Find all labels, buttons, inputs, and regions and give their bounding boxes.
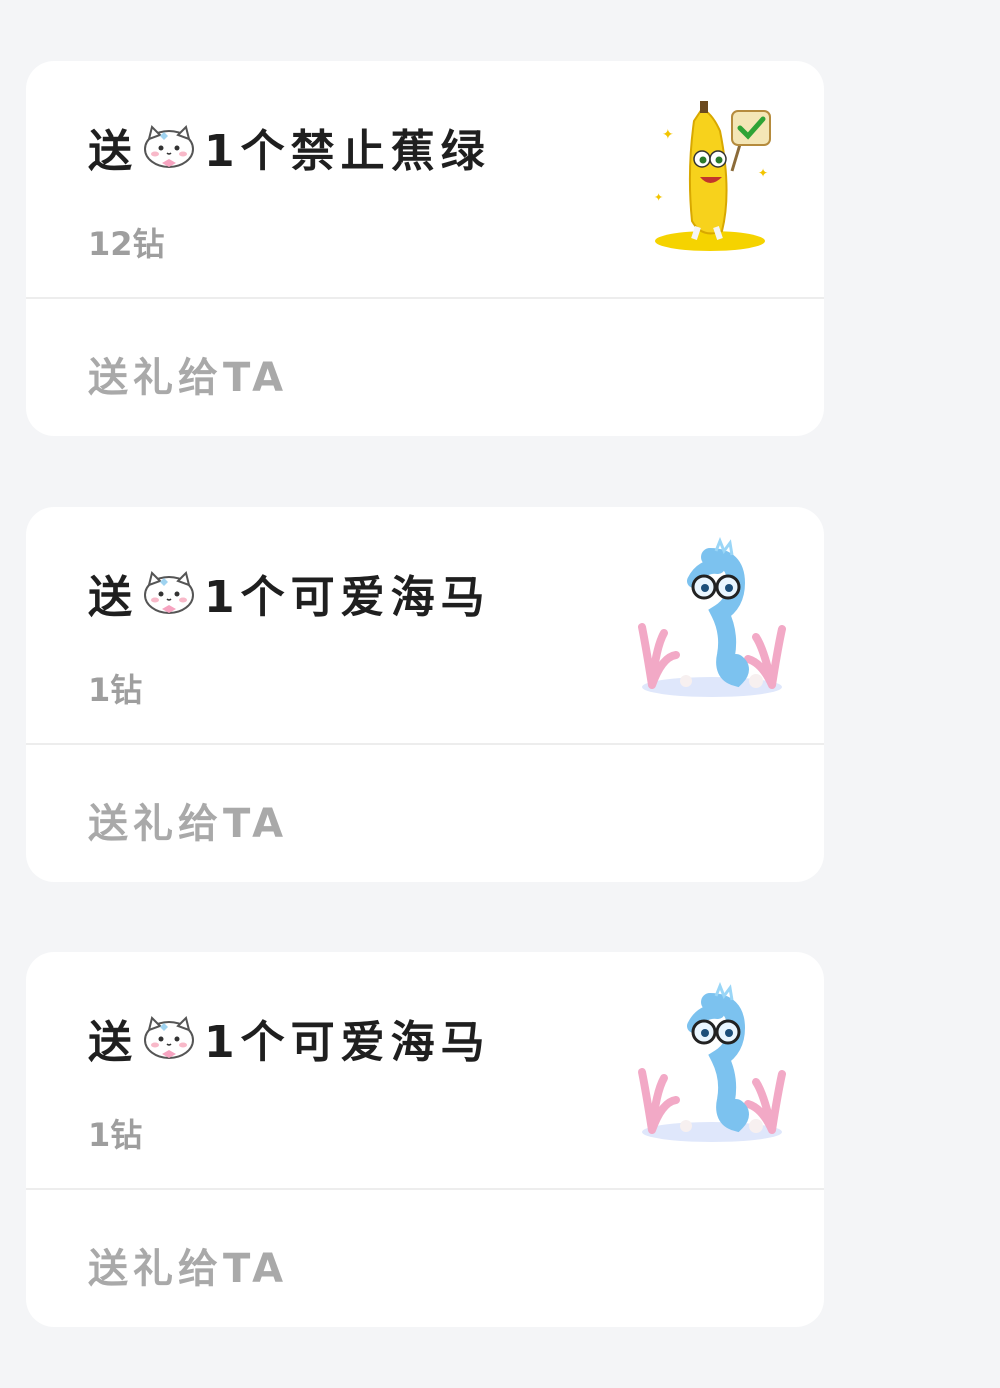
svg-text:✦: ✦ xyxy=(758,166,768,180)
gift-title: 送 1个禁止蕉绿 xyxy=(88,119,491,177)
gift-price: 1钻 xyxy=(88,671,143,709)
gift-title-prefix: 送 xyxy=(88,1017,138,1068)
send-gift-button[interactable]: 送礼给TA xyxy=(88,1236,288,1294)
gift-card-header: 送 1个禁止蕉绿 12钻 ✦ ✦ ✦ xyxy=(26,61,824,299)
gift-item-name: 1个可爱海马 xyxy=(204,572,491,623)
cat-avatar-icon xyxy=(144,571,194,614)
gift-price: 1钻 xyxy=(88,1116,143,1154)
gift-card-header: 送 1个可爱海马 1钻 xyxy=(26,952,824,1190)
send-gift-button[interactable]: 送礼给TA xyxy=(88,345,288,403)
gift-item-name: 1个禁止蕉绿 xyxy=(204,126,491,177)
gift-title: 送 1个可爱海马 xyxy=(88,565,491,623)
seahorse-icon xyxy=(638,537,786,697)
gift-title: 送 1个可爱海马 xyxy=(88,1010,491,1068)
gift-card-header: 送 1个可爱海马 1钻 xyxy=(26,507,824,745)
gift-title-prefix: 送 xyxy=(88,126,138,177)
svg-text:✦: ✦ xyxy=(654,191,663,204)
gift-card: 送 1个禁止蕉绿 12钻 ✦ ✦ ✦ 送礼给TA xyxy=(26,61,824,436)
gift-card: 送 1个可爱海马 1钻 送礼给TA xyxy=(26,507,824,882)
cat-avatar-icon xyxy=(144,1016,194,1059)
gift-card: 送 1个可爱海马 1钻 送礼给TA xyxy=(26,952,824,1327)
cat-avatar-icon xyxy=(144,125,194,168)
send-gift-button[interactable]: 送礼给TA xyxy=(88,791,288,849)
seahorse-icon xyxy=(638,982,786,1142)
gift-title-prefix: 送 xyxy=(88,572,138,623)
gift-price: 12钻 xyxy=(88,225,165,263)
banana-sign-icon: ✦ ✦ ✦ xyxy=(654,101,771,251)
svg-text:✦: ✦ xyxy=(662,127,674,143)
gift-item-name: 1个可爱海马 xyxy=(204,1017,491,1068)
